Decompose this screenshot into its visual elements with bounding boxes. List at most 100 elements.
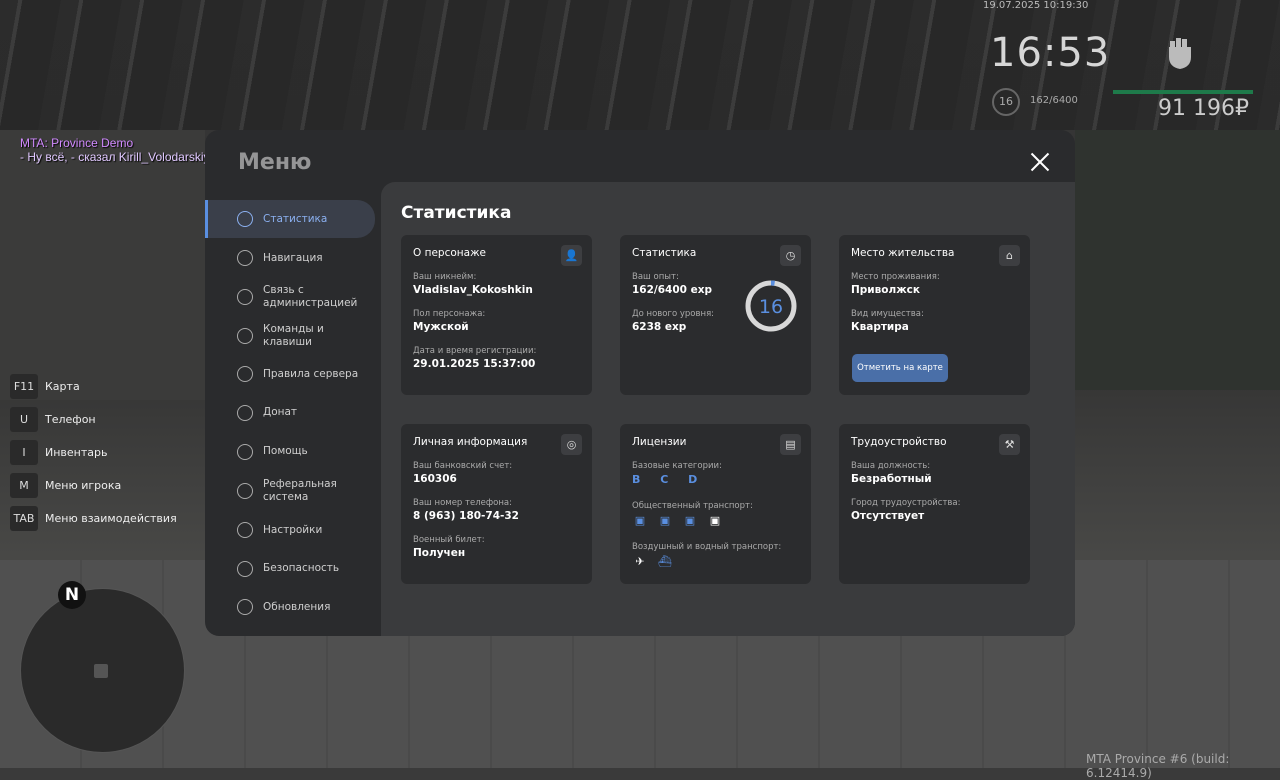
hotkey-row: M Меню игрока xyxy=(10,469,177,502)
nav-item-admin-contact[interactable]: Связь с администрацией xyxy=(205,277,375,317)
wallet-icon xyxy=(237,404,253,421)
nav-item-settings[interactable]: Настройки xyxy=(205,511,375,549)
personal-card: Личная информация ◎ Ваш банковский счет:… xyxy=(401,424,592,584)
card-title: Статистика xyxy=(632,247,697,259)
military-value: Получен xyxy=(413,547,466,559)
place-value: Приволжск xyxy=(851,284,921,296)
headset-icon xyxy=(237,289,253,305)
card-title: Трудоустройство xyxy=(851,436,947,448)
gender-value: Мужской xyxy=(413,321,469,333)
nav-label: Связь с администрацией xyxy=(263,284,358,309)
gear-icon xyxy=(237,522,253,538)
public-transport-label: Общественный транспорт: xyxy=(632,501,753,511)
exp-value: 162/6400 exp xyxy=(632,284,713,296)
hotkey-row: F11 Карта xyxy=(10,370,177,403)
metro-icon: ▣ xyxy=(709,514,721,527)
nav-label: Реферальная система xyxy=(263,478,337,503)
license-icon: ▤ xyxy=(780,434,801,455)
nav-label: Навигация xyxy=(263,251,323,264)
nav-item-updates[interactable]: Обновления xyxy=(205,588,375,626)
nav-label: Правила сервера xyxy=(263,367,359,380)
hotkey-label: Телефон xyxy=(45,413,96,426)
nav-label: Настройки xyxy=(263,523,323,536)
refresh-icon xyxy=(237,599,253,615)
hotkey-key: I xyxy=(10,440,38,465)
nav-label: Донат xyxy=(263,406,298,418)
health-bar xyxy=(1113,90,1253,94)
handshake-icon xyxy=(237,443,253,460)
card-title: Личная информация xyxy=(413,436,528,448)
hammer-icon: ⚒ xyxy=(999,434,1020,455)
card-title: Лицензии xyxy=(632,436,687,448)
place-label: Место проживания: xyxy=(851,272,940,282)
registration-value: 29.01.2025 15:37:00 xyxy=(413,358,536,370)
job-card: Трудоустройство ⚒ Ваша должность: Безраб… xyxy=(839,424,1030,584)
nick-value: Vladislav_Kokoshkin xyxy=(413,284,533,296)
home-icon: ⌂ xyxy=(999,245,1020,266)
nav-label: Статистика xyxy=(263,212,328,225)
user-icon: 👤 xyxy=(561,245,582,266)
registration-label: Дата и время регистрации: xyxy=(413,346,537,356)
stats-card: Статистика ◷ Ваш опыт: 162/6400 exp До н… xyxy=(620,235,811,395)
residence-card: Место жительства ⌂ Место проживания: При… xyxy=(839,235,1030,395)
nav-item-rules[interactable]: Правила сервера xyxy=(205,355,375,393)
hotkey-label: Меню взаимодействия xyxy=(45,512,177,525)
public-transport-icons: ▣ ▣ ▣ ▣ xyxy=(632,514,723,528)
air-water-transport-icons: ✈ ⛴ xyxy=(632,555,673,569)
close-button[interactable] xyxy=(1028,150,1052,174)
level-value: 16 xyxy=(759,296,783,318)
hotkey-label: Меню игрока xyxy=(45,479,122,492)
hotkey-row: U Телефон xyxy=(10,403,177,436)
hotkey-key: TAB xyxy=(10,506,38,531)
gender-label: Пол персонажа: xyxy=(413,309,486,319)
nav-item-donate[interactable]: Донат xyxy=(205,393,375,432)
fist-icon xyxy=(1169,38,1191,69)
hotkey-key: U xyxy=(10,407,38,432)
trolleybus-icon: ▣ xyxy=(684,514,696,527)
exp-label: Ваш опыт: xyxy=(632,272,679,282)
clock-icon: ◷ xyxy=(780,245,801,266)
fingerprint-icon: ◎ xyxy=(561,434,582,455)
bank-value: 160306 xyxy=(413,473,457,485)
base-categories-value: B C D xyxy=(632,473,706,486)
scales-icon xyxy=(237,366,253,382)
boat-icon: ⛴ xyxy=(658,555,672,568)
minimap-north-icon: N xyxy=(58,581,86,609)
plane-icon: ✈ xyxy=(635,555,645,568)
hotkey-label: Инвентарь xyxy=(45,446,108,459)
character-card: О персонаже 👤 Ваш никнейм: Vladislav_Kok… xyxy=(401,235,592,395)
hotkey-row: I Инвентарь xyxy=(10,436,177,469)
job-city-value: Отсутствует xyxy=(851,510,925,522)
position-label: Ваша должность: xyxy=(851,461,931,471)
build-info: MTA Province #6 (build: 6.12414.9) xyxy=(1086,752,1230,780)
nav-item-referral[interactable]: Реферальная система xyxy=(205,471,375,511)
page-title: Статистика xyxy=(401,203,512,223)
military-label: Военный билет: xyxy=(413,535,485,545)
nav-item-security[interactable]: Безопасность xyxy=(205,549,375,588)
nav-label: Помощь xyxy=(263,445,308,457)
bank-label: Ваш банковский счет: xyxy=(413,461,513,471)
referral-icon xyxy=(237,483,253,499)
nav-item-navigation[interactable]: Навигация xyxy=(205,239,375,277)
nav-item-statistics[interactable]: Статистика xyxy=(205,200,375,238)
nav-item-commands[interactable]: Команды и клавиши xyxy=(205,317,375,355)
nav-label: Команды и клавиши xyxy=(263,323,324,348)
hotkey-label: Карта xyxy=(45,380,80,393)
menu-title: Меню xyxy=(238,150,312,175)
hud-clock: 16:53 xyxy=(990,30,1111,76)
tram-icon: ▣ xyxy=(634,514,646,527)
nav-item-help[interactable]: Помощь xyxy=(205,432,375,471)
hud-exp: 162/6400 xyxy=(1030,95,1078,106)
hud-money: 91 196₽ xyxy=(1158,96,1249,121)
property-type-label: Вид имущества: xyxy=(851,309,924,319)
bus-icon: ▣ xyxy=(659,514,671,527)
phone-label: Ваш номер телефона: xyxy=(413,498,512,508)
licenses-card: Лицензии ▤ Базовые категории: B C D Обще… xyxy=(620,424,811,584)
property-type-value: Квартира xyxy=(851,321,909,333)
hangar-wall-right xyxy=(1075,130,1280,390)
shield-icon xyxy=(237,560,253,577)
hotkey-list: F11 Карта U Телефон I Инвентарь M Меню игрок… xyxy=(10,370,177,535)
hotkey-key: M xyxy=(10,473,38,498)
air-water-transport-label: Воздушный и водный транспорт: xyxy=(632,542,782,552)
mark-on-map-button[interactable]: Отметить на карте xyxy=(852,354,948,382)
